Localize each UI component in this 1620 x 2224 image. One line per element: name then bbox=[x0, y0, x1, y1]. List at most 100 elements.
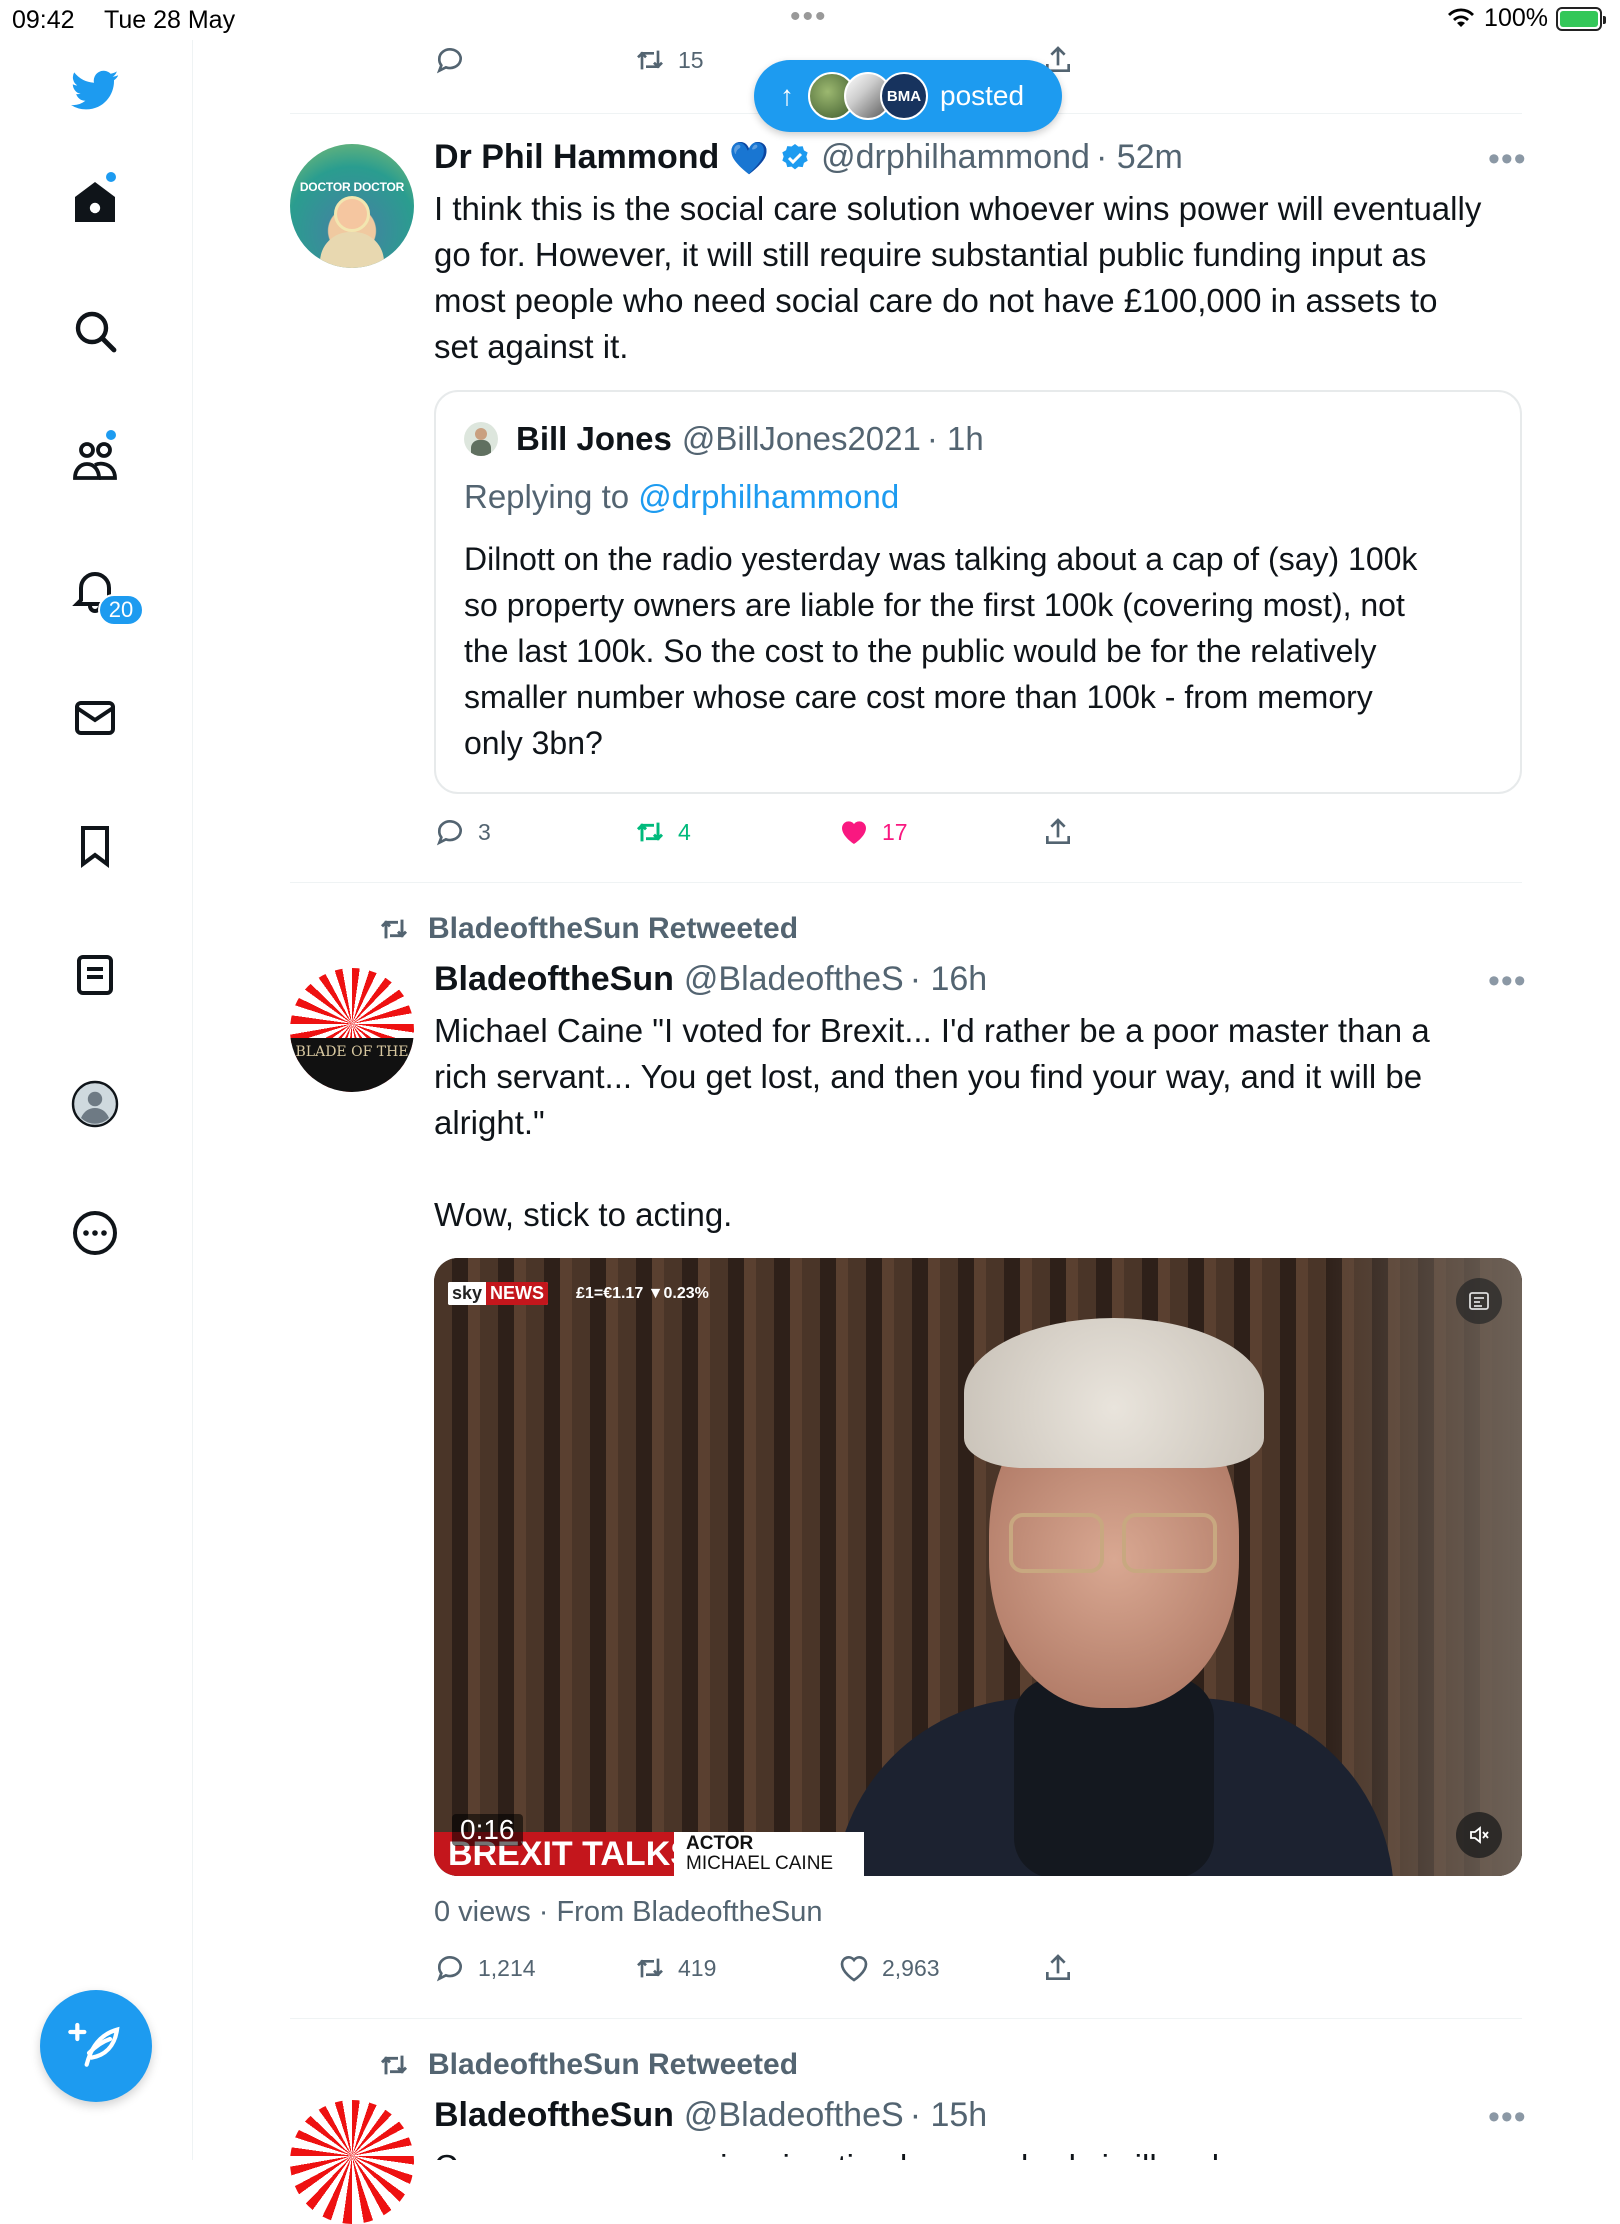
image-settings-icon bbox=[1469, 1292, 1489, 1310]
share-button[interactable] bbox=[1042, 1952, 1074, 1984]
like-count: 17 bbox=[882, 818, 908, 845]
reply-count: 3 bbox=[478, 818, 491, 845]
reply-button[interactable] bbox=[434, 44, 466, 76]
more-options-icon[interactable] bbox=[67, 1205, 123, 1261]
tweet-more-options-icon[interactable]: ••• bbox=[1488, 2098, 1527, 2137]
tweet-timestamp[interactable]: · 15h bbox=[910, 2096, 988, 2135]
lower-third-name: ACTOR MICHAEL CAINE bbox=[674, 1832, 864, 1876]
sidebar: 20 bbox=[0, 40, 193, 2160]
retweet-count: 15 bbox=[678, 46, 704, 73]
speaker-muted-icon bbox=[1470, 1826, 1489, 1844]
home-unread-dot bbox=[106, 172, 116, 182]
retweeted-by-label[interactable]: BladeoftheSun Retweeted bbox=[428, 912, 798, 946]
messages-icon[interactable] bbox=[67, 690, 123, 746]
retweet-icon bbox=[636, 822, 664, 842]
bookmarks-icon[interactable] bbox=[67, 818, 123, 874]
author-handle[interactable]: @BladeoftheS bbox=[684, 960, 904, 999]
retweet-count: 419 bbox=[678, 1954, 717, 1981]
new-posts-label: posted bbox=[940, 80, 1025, 111]
verified-badge-icon bbox=[782, 143, 808, 169]
tweet-more-options-icon[interactable]: ••• bbox=[1488, 140, 1527, 179]
communities-icon[interactable] bbox=[67, 432, 123, 488]
profile-icon[interactable] bbox=[67, 1076, 123, 1132]
video-views-source: 0 views · From BladeoftheSun bbox=[434, 1896, 823, 1928]
retweet-count: 4 bbox=[678, 818, 691, 845]
author-name[interactable]: BladeoftheSun bbox=[434, 2096, 674, 2135]
retweet-button[interactable]: 419 bbox=[634, 1952, 716, 1984]
media-settings-button[interactable] bbox=[1456, 1278, 1502, 1324]
quote-timestamp: · 1h bbox=[926, 420, 984, 457]
bma-avatar: BMA bbox=[880, 72, 928, 120]
replying-to-handle[interactable]: @drphilhammond bbox=[638, 478, 899, 515]
tweet-timestamp[interactable]: · 16h bbox=[910, 960, 988, 999]
share-button[interactable] bbox=[1042, 816, 1074, 848]
retweet-icon bbox=[380, 2055, 408, 2075]
reply-button[interactable]: 1,214 bbox=[434, 1952, 536, 1984]
blue-heart-emoji: 💙 bbox=[729, 139, 770, 176]
like-button[interactable]: 17 bbox=[838, 816, 908, 848]
retweet-icon bbox=[637, 50, 663, 70]
currency-ticker: £1=€1.17 ▼0.23% bbox=[576, 1284, 709, 1302]
retweeted-by-row: BladeoftheSun Retweeted bbox=[378, 2048, 798, 2082]
tweet-text: Common sense on immigration here, nobody… bbox=[434, 2144, 1524, 2160]
video-frame-hair bbox=[964, 1318, 1264, 1468]
battery-percent: 100% bbox=[1484, 4, 1548, 32]
new-posts-pill[interactable]: ↑ BMA posted bbox=[754, 60, 1062, 132]
battery-icon bbox=[1556, 6, 1606, 31]
quote-text: Dilnott on the radio yesterday was talki… bbox=[464, 541, 1418, 761]
tweet-text: I think this is the social care solution… bbox=[434, 190, 1482, 365]
video-frame-glasses-left bbox=[1009, 1513, 1104, 1573]
status-time: 09:42 bbox=[12, 6, 75, 34]
author-name[interactable]: BladeoftheSun bbox=[434, 960, 674, 999]
share-icon bbox=[1046, 1954, 1070, 1980]
reply-icon bbox=[436, 48, 462, 74]
share-icon bbox=[1046, 818, 1070, 844]
avatar-caption: DOCTOR DOCTOR bbox=[299, 180, 405, 194]
heart-outline-icon bbox=[840, 1956, 868, 1982]
avatar[interactable] bbox=[290, 2100, 414, 2224]
tweet-more-options-icon[interactable]: ••• bbox=[1488, 962, 1527, 1001]
reply-count: 1,214 bbox=[478, 1954, 536, 1981]
avatar[interactable]: DOCTOR DOCTOR bbox=[290, 144, 414, 268]
retweet-icon bbox=[637, 1958, 663, 1978]
video-frame-glasses-right bbox=[1122, 1513, 1217, 1573]
reply-icon bbox=[436, 1956, 462, 1982]
arrow-up-icon: ↑ bbox=[780, 80, 794, 111]
twitter-logo-icon[interactable] bbox=[67, 62, 123, 118]
avatar[interactable]: BLADE OF THE bbox=[290, 968, 414, 1092]
wifi-icon bbox=[1448, 7, 1475, 27]
tweet-timestamp[interactable]: · 52m bbox=[1096, 138, 1183, 177]
home-icon[interactable] bbox=[67, 174, 123, 230]
reply-icon bbox=[436, 820, 462, 846]
communities-unread-dot bbox=[106, 430, 116, 440]
retweet-icon bbox=[380, 919, 408, 939]
lists-icon[interactable] bbox=[67, 947, 123, 1003]
tweet-divider bbox=[290, 882, 1522, 883]
author-name[interactable]: Dr Phil Hammond bbox=[434, 138, 719, 177]
feather-plus-icon bbox=[68, 2022, 120, 2067]
mute-button[interactable] bbox=[1456, 1812, 1502, 1858]
reply-button[interactable]: 3 bbox=[434, 816, 491, 848]
like-count: 2,963 bbox=[882, 1954, 940, 1981]
quote-author-name: Bill Jones bbox=[516, 420, 672, 457]
retweet-button[interactable]: 15 bbox=[634, 44, 704, 76]
heart-filled-icon bbox=[842, 821, 866, 844]
notifications-count-badge: 20 bbox=[98, 594, 144, 626]
like-button[interactable]: 2,963 bbox=[838, 1952, 940, 1984]
author-handle[interactable]: @BladeoftheS bbox=[684, 2096, 904, 2135]
retweet-button[interactable]: 4 bbox=[634, 816, 691, 848]
quoted-tweet-card[interactable]: Bill Jones @BillJones2021 · 1h Replying … bbox=[434, 390, 1522, 794]
multitask-dots[interactable]: ••• bbox=[790, 0, 828, 34]
sky-news-logo: sky NEWS bbox=[448, 1282, 549, 1305]
author-handle[interactable]: @drphilhammond bbox=[821, 138, 1090, 177]
replying-to-label: Replying to bbox=[464, 478, 630, 515]
quote-avatar bbox=[464, 422, 498, 456]
retweeted-by-label[interactable]: BladeoftheSun Retweeted bbox=[428, 2048, 798, 2082]
quote-author-handle: @BillJones2021 bbox=[681, 420, 921, 457]
search-icon[interactable] bbox=[67, 303, 123, 359]
tweet-text: Michael Caine "I voted for Brexit... I'd… bbox=[434, 1012, 1430, 1233]
video-player[interactable]: sky NEWS £1=€1.17 ▼0.23% BREXIT TALKS AC… bbox=[434, 1258, 1522, 1876]
compose-tweet-button[interactable] bbox=[40, 1990, 152, 2102]
tweet-divider bbox=[290, 2018, 1522, 2019]
status-bar: 09:42 Tue 28 May ••• 100% bbox=[0, 0, 1620, 40]
